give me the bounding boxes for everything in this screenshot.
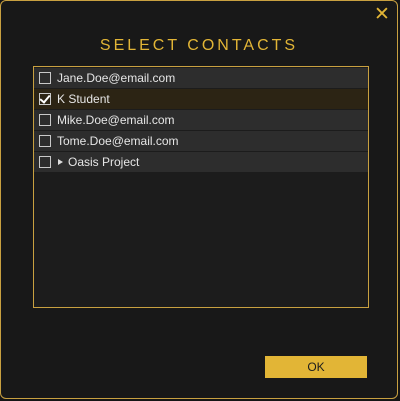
contact-row[interactable]: Mike.Doe@email.com bbox=[34, 110, 368, 131]
contact-label: Jane.Doe@email.com bbox=[57, 71, 176, 85]
select-contacts-dialog: ✕ SELECT CONTACTS Jane.Doe@email.com K S… bbox=[0, 0, 398, 399]
contact-row[interactable]: Tome.Doe@email.com bbox=[34, 131, 368, 152]
dialog-title: SELECT CONTACTS bbox=[99, 37, 299, 54]
contact-row[interactable]: Jane.Doe@email.com bbox=[34, 68, 368, 89]
group-label: Oasis Project bbox=[68, 155, 140, 169]
contact-label: K Student bbox=[57, 92, 110, 106]
checkbox-unchecked[interactable] bbox=[39, 72, 51, 84]
contacts-list: Jane.Doe@email.com K Student Mike.Doe@em… bbox=[33, 66, 369, 308]
checkbox-unchecked[interactable] bbox=[39, 135, 51, 147]
contact-group-row[interactable]: Oasis Project bbox=[34, 152, 368, 173]
expand-arrow-icon[interactable] bbox=[58, 159, 63, 165]
close-icon[interactable]: ✕ bbox=[373, 5, 391, 24]
contact-row[interactable]: K Student bbox=[34, 89, 368, 110]
checkbox-unchecked[interactable] bbox=[39, 114, 51, 126]
checkbox-checked[interactable] bbox=[39, 93, 51, 105]
checkbox-unchecked[interactable] bbox=[39, 156, 51, 168]
contact-label: Mike.Doe@email.com bbox=[57, 113, 175, 127]
contact-label: Tome.Doe@email.com bbox=[57, 134, 179, 148]
ok-button[interactable]: OK bbox=[265, 356, 367, 378]
